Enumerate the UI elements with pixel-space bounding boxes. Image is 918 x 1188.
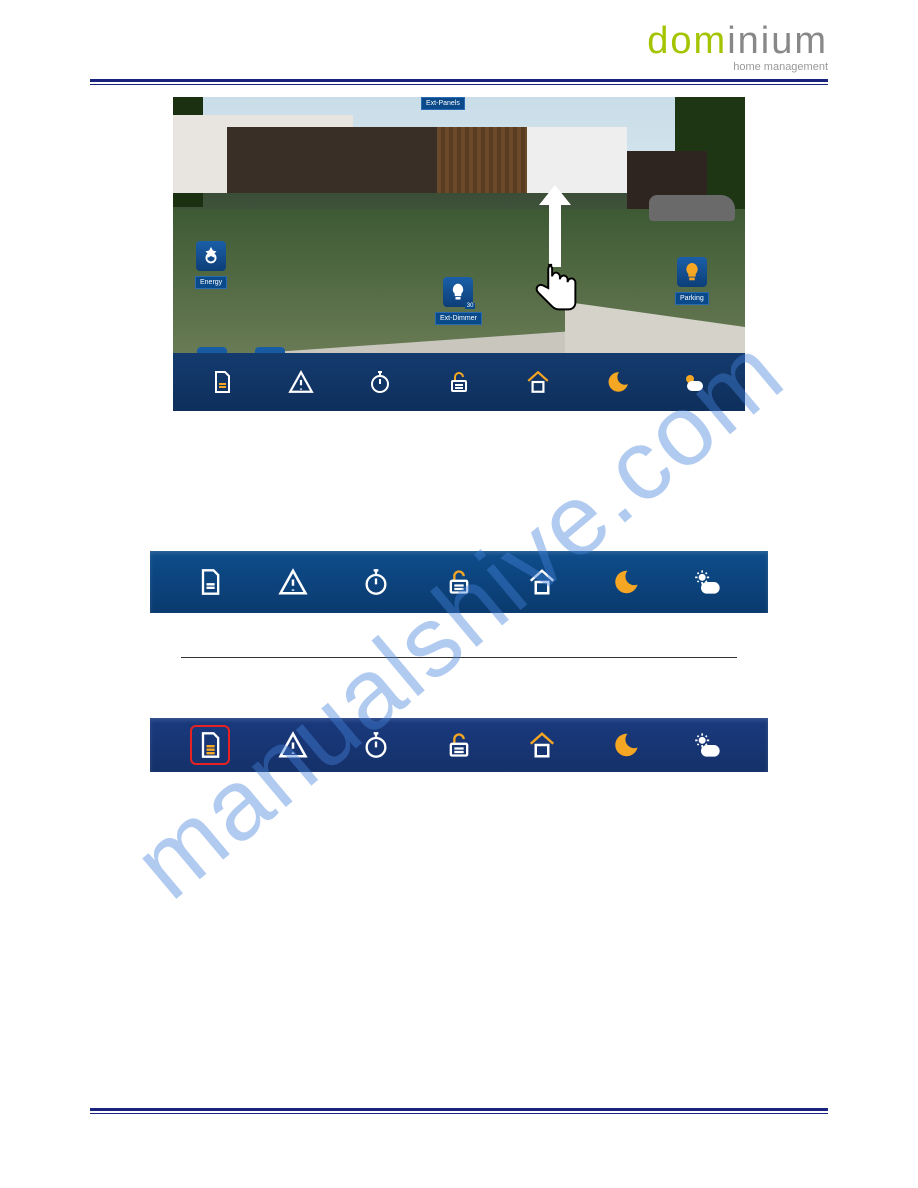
night-icon[interactable] xyxy=(605,725,645,765)
weather-icon[interactable] xyxy=(688,725,728,765)
timer-icon[interactable] xyxy=(365,367,395,397)
document-icon-highlighted[interactable] xyxy=(190,725,230,765)
energy-label: Energy xyxy=(195,276,227,289)
weather-icon[interactable] xyxy=(688,562,728,602)
warning-icon[interactable] xyxy=(286,367,316,397)
footer-rule xyxy=(90,1108,828,1114)
night-icon[interactable] xyxy=(602,367,632,397)
home-icon[interactable] xyxy=(522,562,562,602)
lock-icon[interactable] xyxy=(444,367,474,397)
timer-icon[interactable] xyxy=(356,562,396,602)
warning-icon[interactable] xyxy=(273,725,313,765)
weather-icon[interactable] xyxy=(680,367,710,397)
screenshot-nav xyxy=(173,353,745,411)
timer-icon[interactable] xyxy=(356,725,396,765)
logo-part1: dom xyxy=(647,20,727,62)
logo: dominium xyxy=(647,20,828,63)
toolbar-2 xyxy=(150,718,768,772)
swipe-gesture xyxy=(525,197,585,327)
ext-panels-badge[interactable]: Ext-Panels xyxy=(421,97,465,110)
parking-device[interactable]: Parking xyxy=(675,257,709,305)
home-icon[interactable] xyxy=(522,725,562,765)
document-icon[interactable] xyxy=(190,562,230,602)
hand-icon xyxy=(525,259,587,321)
bulb-icon: 30 xyxy=(443,277,473,307)
ext-dimmer-label: Ext-Dimmer xyxy=(435,312,482,325)
parking-label: Parking xyxy=(675,292,709,305)
document-icon[interactable] xyxy=(207,367,237,397)
night-icon[interactable] xyxy=(605,562,645,602)
ext-dimmer-device[interactable]: 30 Ext-Dimmer xyxy=(435,277,482,325)
car-graphic xyxy=(649,195,735,221)
energy-device[interactable]: Energy xyxy=(195,241,227,289)
home-icon[interactable] xyxy=(523,367,553,397)
dimmer-value: 30 xyxy=(465,303,476,309)
lock-icon[interactable] xyxy=(439,562,479,602)
logo-part2: inium xyxy=(727,20,828,62)
header-rule xyxy=(90,79,828,85)
warning-icon[interactable] xyxy=(273,562,313,602)
lock-icon[interactable] xyxy=(439,725,479,765)
toolbar-1 xyxy=(150,551,768,613)
app-screenshot: Ext-Panels Energy 30 Ext-Dimmer Parking xyxy=(173,97,745,411)
bulb-on-icon xyxy=(677,257,707,287)
energy-icon xyxy=(196,241,226,271)
header: dominium xyxy=(90,20,828,63)
separator-rule xyxy=(181,657,737,658)
home-view: Ext-Panels Energy 30 Ext-Dimmer Parking xyxy=(173,97,745,411)
